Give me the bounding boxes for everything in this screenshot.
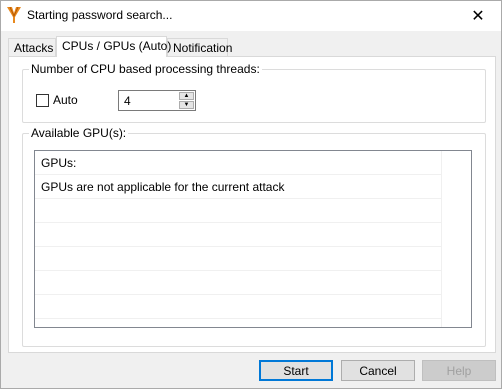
cpu-group-title: Number of CPU based processing threads: <box>29 62 262 76</box>
list-row-empty <box>35 247 441 271</box>
app-logo-icon <box>7 6 21 23</box>
cancel-button[interactable]: Cancel <box>341 360 415 381</box>
column-divider <box>441 151 442 327</box>
list-item[interactable]: GPUs are not applicable for the current … <box>35 175 441 199</box>
tab-attacks[interactable]: Attacks <box>8 38 56 56</box>
title-bar: Starting password search... ✕ <box>1 1 501 31</box>
gpu-list[interactable]: GPUs: GPUs are not applicable for the cu… <box>34 150 472 328</box>
cpu-threads-group: Number of CPU based processing threads: … <box>22 62 486 123</box>
auto-checkbox-label: Auto <box>53 93 78 107</box>
tab-cpus-gpus[interactable]: CPUs / GPUs (Auto) <box>56 36 171 57</box>
gpu-group-title: Available GPU(s): <box>29 126 129 140</box>
help-button[interactable]: Help <box>422 360 496 381</box>
list-row-empty <box>35 295 441 319</box>
auto-checkbox[interactable]: Auto <box>36 93 78 107</box>
list-row-empty <box>35 271 441 295</box>
close-icon: ✕ <box>471 8 485 25</box>
threads-spinner[interactable]: 4 ▲ ▼ <box>118 90 196 111</box>
tab-panel: Number of CPU based processing threads: … <box>8 56 496 353</box>
window-title: Starting password search... <box>27 8 173 22</box>
dialog-window: Starting password search... ✕ Attacks CP… <box>0 0 502 389</box>
spin-down-icon[interactable]: ▼ <box>179 101 194 109</box>
gpu-group: Available GPU(s): GPUs: GPUs are not app… <box>22 126 486 347</box>
auto-checkbox-box[interactable] <box>36 93 49 107</box>
start-button[interactable]: Start <box>259 360 333 381</box>
list-row-empty <box>35 199 441 223</box>
list-row-empty <box>35 223 441 247</box>
spin-up-icon[interactable]: ▲ <box>179 92 194 100</box>
list-item[interactable]: GPUs: <box>35 151 441 175</box>
tab-notification[interactable]: Notification <box>167 38 232 56</box>
close-button[interactable]: ✕ <box>455 1 501 31</box>
threads-value[interactable]: 4 <box>124 94 131 108</box>
